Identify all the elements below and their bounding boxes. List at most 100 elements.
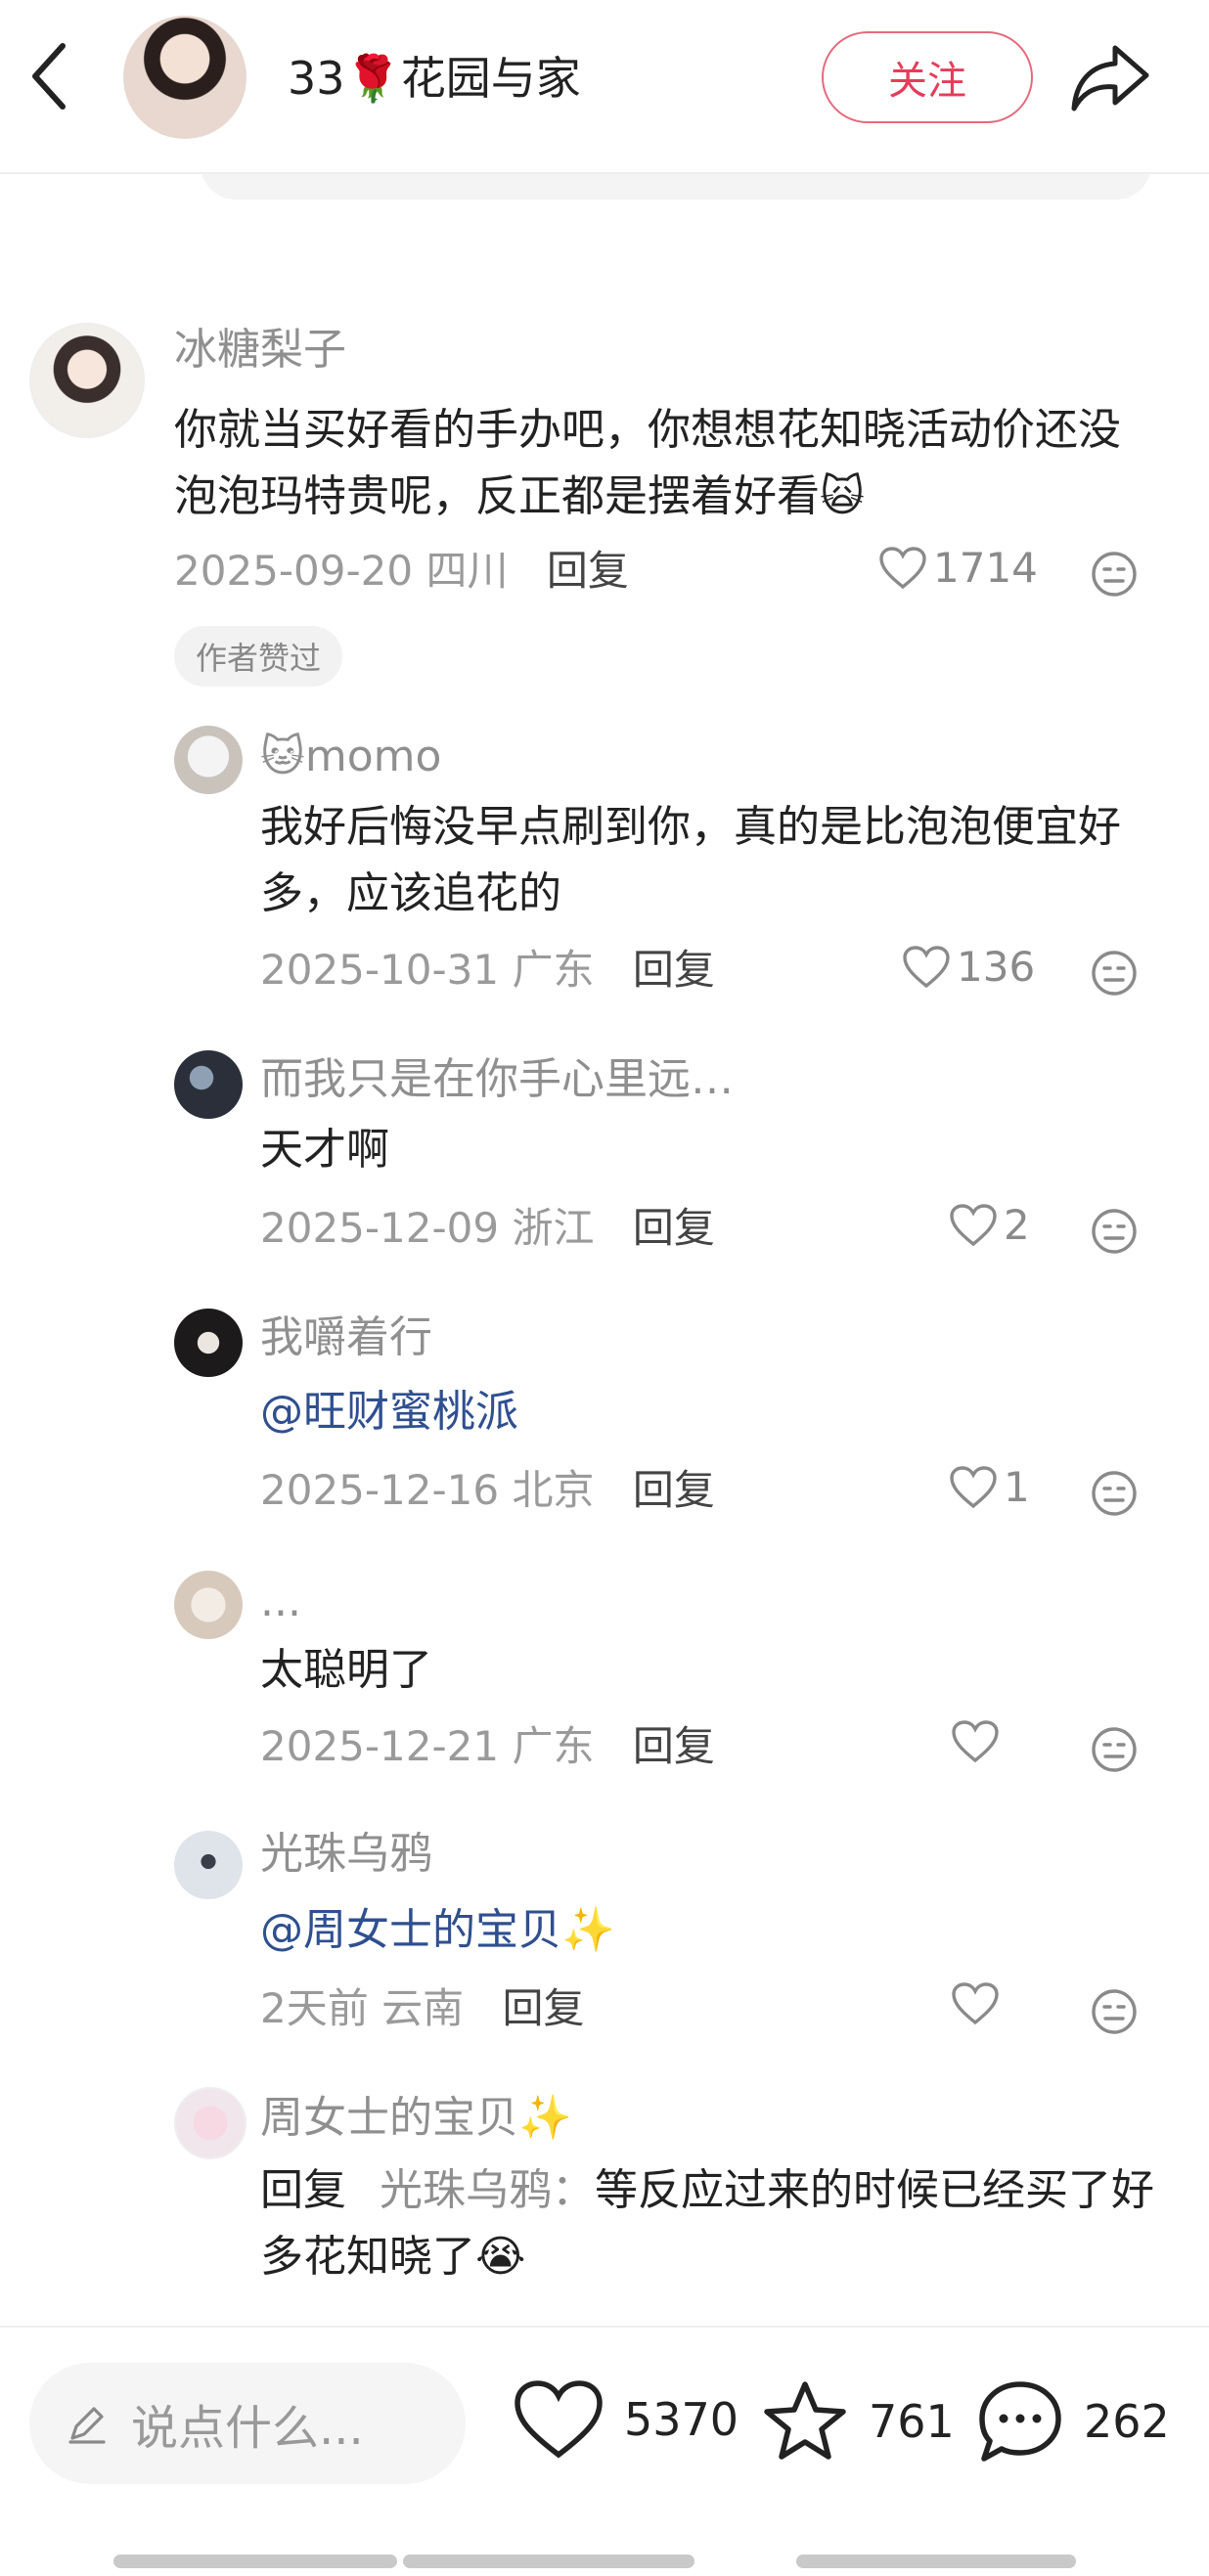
emoji-face-icon [1092,1989,1137,2034]
comment-username[interactable]: 光珠乌鸦 [260,1827,432,1882]
comment-username[interactable]: 🐱momo [260,730,441,784]
reply-button[interactable]: 回复 [633,1466,715,1514]
comment-text[interactable]: 回复 光珠乌鸦：等反应过来的时候已经买了好多花知晓了😭 [260,2157,1160,2290]
like-button[interactable] [951,1719,1006,1764]
comment-meta: 2天前 云南 回复 [260,1981,584,2036]
reply-button[interactable]: 回复 [547,547,629,595]
share-icon [1071,45,1149,111]
heart-icon [515,2380,603,2459]
emoji-reaction-button[interactable] [1090,1987,1139,2036]
comment-date: 2025-12-09 [260,1204,500,1252]
emoji-face-icon [1092,1471,1137,1516]
heart-icon [903,945,950,988]
heart-icon [950,1465,997,1508]
comment-text[interactable]: 太聪明了 [260,1637,1141,1704]
emoji-reaction-button[interactable] [1090,949,1139,998]
like-button[interactable]: 1714 [878,544,1038,592]
comment-username[interactable]: ... [260,1575,301,1629]
comment-region: 广东 [512,946,595,994]
follow-button[interactable]: 关注 [822,31,1033,123]
comment-region: 四川 [425,547,509,595]
post-like-count: 5370 [624,2393,739,2446]
emoji-reaction-button[interactable] [1090,1469,1139,1518]
comment-username[interactable]: 我嚼着行 [260,1310,432,1365]
comment-count: 262 [1084,2395,1170,2448]
star-icon [764,2381,846,2460]
author-avatar[interactable] [123,16,246,139]
emoji-reaction-button[interactable] [1090,1725,1139,1774]
home-indicator-segment [113,2554,397,2568]
heart-icon [879,546,926,589]
bottom-action-bar: 说点什么... 5370 761 262 [0,2326,1209,2576]
comment-meta: 2025-12-16 北京 回复 [260,1463,715,1518]
reply-prefix: 回复 [260,2165,346,2215]
comment-date: 2025-12-21 [260,1722,500,1770]
avatar[interactable] [174,726,243,794]
comment-input-placeholder: 说点什么... [131,2401,364,2456]
like-button[interactable]: 1 [949,1463,1030,1511]
like-button[interactable]: 2 [949,1201,1030,1249]
favorite-count: 761 [869,2395,955,2448]
avatar[interactable] [174,2087,246,2159]
comment-region: 云南 [381,1984,465,2032]
avatar[interactable] [29,323,145,438]
share-button[interactable] [1066,35,1154,119]
back-button[interactable] [18,35,80,117]
comment-text[interactable]: 你就当买好看的手办吧，你想想花知晓活动价还没泡泡玛特贵呢，反正都是摆着好看🙀 [174,397,1152,530]
reply-button[interactable]: 回复 [633,1722,715,1770]
like-count: 1 [1004,1463,1030,1511]
like-count: 2 [1004,1201,1030,1249]
favorite-button[interactable]: 761 [761,2378,955,2465]
comment-input[interactable]: 说点什么... [29,2363,466,2484]
home-indicator-segment [796,2554,1076,2568]
reply-button[interactable]: 回复 [633,1204,715,1252]
comment-meta: 2025-09-20 四川 回复 [174,544,629,599]
reply-button[interactable]: 回复 [633,946,715,994]
emoji-face-icon [1092,951,1137,996]
like-button[interactable]: 136 [902,943,1035,991]
emoji-reaction-button[interactable] [1090,1207,1139,1256]
comment-date: 2025-10-31 [260,946,500,994]
reply-target-user[interactable]: 光珠乌鸦： [380,2165,595,2215]
like-button[interactable] [951,1981,1006,2026]
comment-meta: 2025-12-09 浙江 回复 [260,1201,715,1256]
emoji-face-icon [1092,552,1137,597]
author-liked-badge: 作者赞过 [174,626,343,687]
avatar[interactable] [174,1050,243,1119]
comment-text[interactable]: 天才啊 [260,1117,1141,1183]
comment-meta: 2025-10-31 广东 回复 [260,943,715,998]
emoji-face-icon [1092,1727,1137,1772]
heart-icon [952,1720,999,1763]
author-name[interactable]: 33🌹花园与家 [288,47,581,110]
comment-region: 北京 [512,1466,595,1514]
heart-icon [952,1982,999,2025]
mention-text[interactable]: @周女士的宝贝✨ [260,1897,1141,1964]
back-arrow-icon [32,43,66,110]
like-count: 1714 [933,544,1038,592]
top-bar: 33🌹花园与家 关注 [0,0,1209,174]
emoji-face-icon [1092,1209,1137,1254]
pencil-icon [68,2407,106,2444]
emoji-reaction-button[interactable] [1090,550,1139,599]
heart-icon [950,1203,997,1246]
home-indicator-segment [403,2554,694,2568]
comment-meta: 2025-12-21 广东 回复 [260,1719,715,1774]
comment-username[interactable]: 周女士的宝贝✨ [260,2091,572,2146]
comments-button[interactable]: 262 [976,2378,1170,2465]
comment-region: 广东 [512,1722,595,1770]
comment-username[interactable]: 而我只是在你手心里远… [260,1052,734,1107]
avatar[interactable] [174,1571,243,1639]
comment-date: 2025-09-20 [174,547,414,595]
avatar[interactable] [174,1831,243,1899]
like-post-button[interactable]: 5370 [513,2378,739,2461]
comment-region: 浙江 [512,1204,595,1252]
reply-button[interactable]: 回复 [502,1984,584,2032]
mention-text[interactable]: @旺财蜜桃派 [260,1379,1141,1445]
comment-username[interactable]: 冰糖梨子 [174,323,346,378]
comment-text[interactable]: 我好后悔没早点刷到你，真的是比泡泡便宜好多，应该追花的 [260,794,1141,927]
comment-date: 2025-12-16 [260,1466,500,1514]
chat-bubble-icon [979,2381,1061,2462]
comment-date: 2天前 [260,1984,369,2032]
like-count: 136 [957,943,1036,991]
avatar[interactable] [174,1309,243,1377]
